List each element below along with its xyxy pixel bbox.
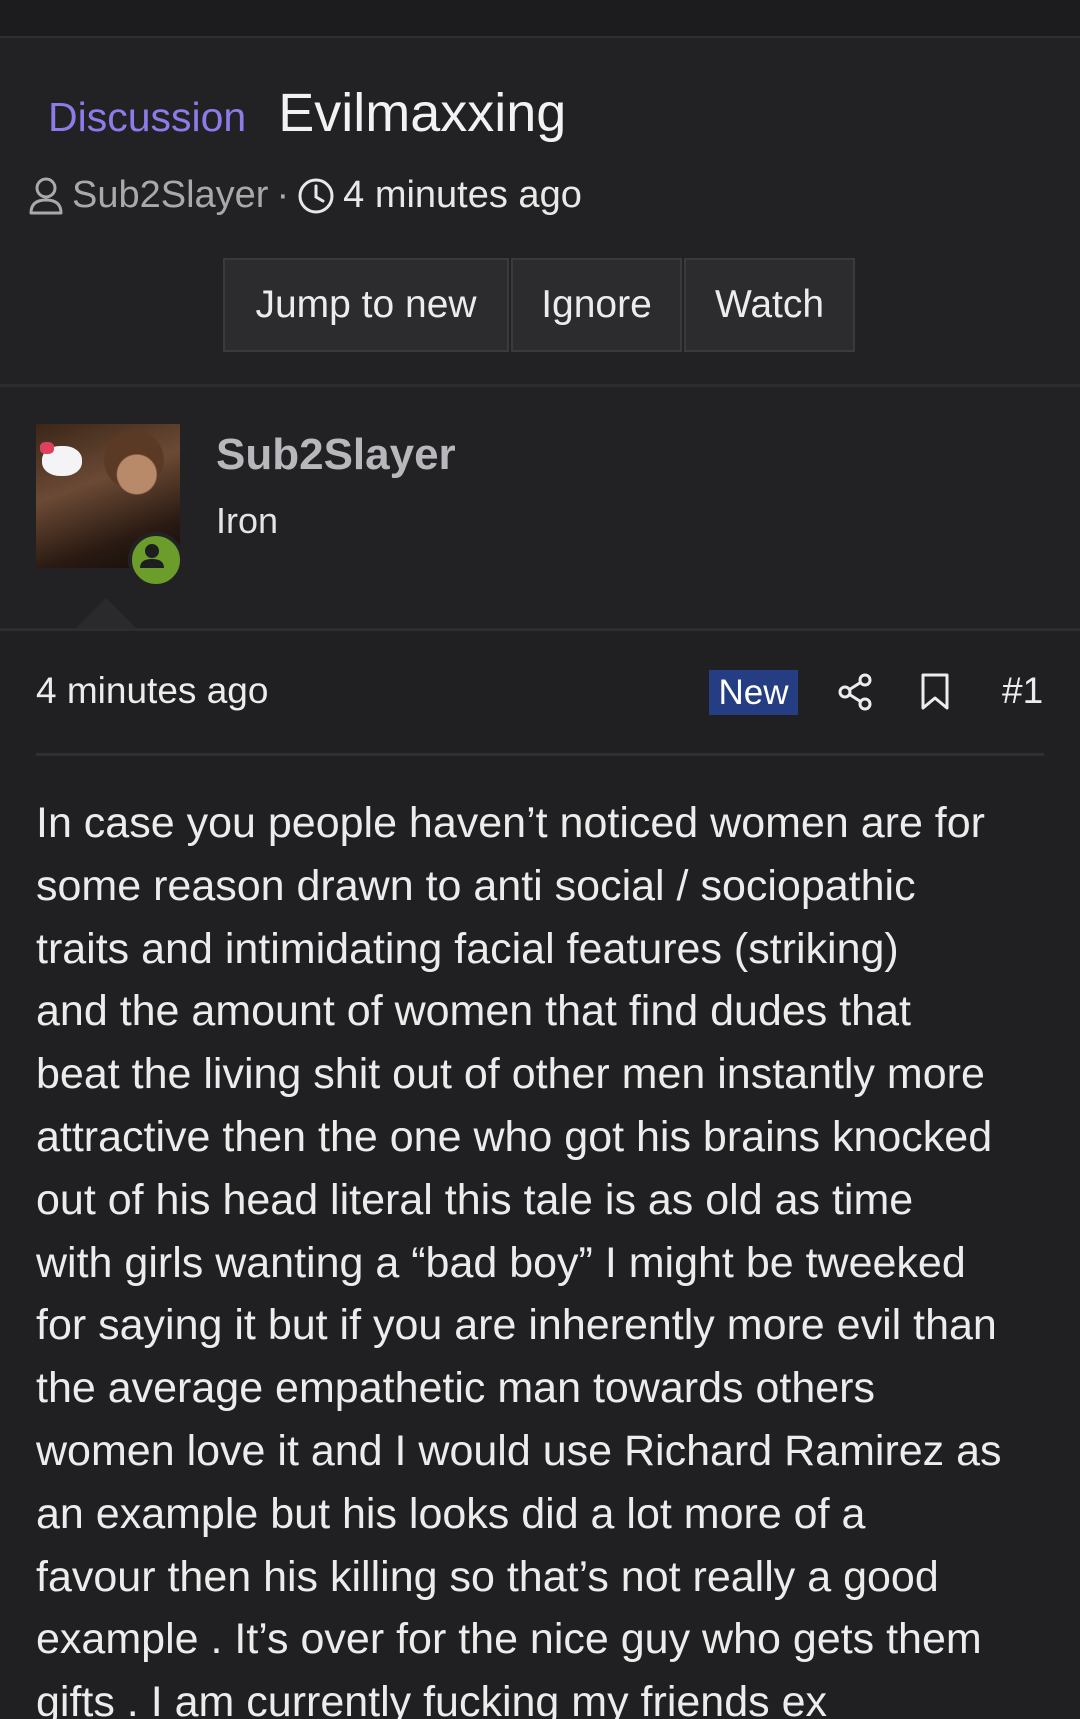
watch-button[interactable]: Watch	[684, 258, 855, 352]
thread-meta: Sub2Slayer · 4 minutes ago	[28, 174, 582, 217]
thread-title: Evilmaxxing	[278, 83, 567, 143]
bookmark-icon[interactable]	[920, 672, 950, 717]
thread-actions: Jump to new Ignore Watch	[223, 258, 855, 352]
thread-prefix-label[interactable]: Discussion	[48, 94, 246, 141]
post-username-link[interactable]: Sub2Slayer	[216, 430, 456, 480]
post-attribution-bar: 4 minutes ago New #1	[36, 660, 1044, 724]
post-body: In case you people haven’t noticed women…	[36, 799, 1002, 1719]
page: Discussion Evilmaxxing Sub2Slayer · 4 mi…	[0, 0, 1080, 1719]
divider	[36, 753, 1044, 756]
jump-to-new-button[interactable]: Jump to new	[223, 258, 509, 352]
online-status-icon	[128, 532, 184, 588]
post-number-link[interactable]: #1	[1002, 670, 1043, 712]
thread-author-link[interactable]: Sub2Slayer	[72, 174, 268, 217]
message-arrow	[74, 598, 138, 630]
top-bar	[0, 0, 1080, 38]
ignore-button[interactable]: Ignore	[511, 258, 682, 352]
avatar-detail-bow	[40, 442, 54, 454]
clock-icon	[297, 177, 335, 215]
divider	[0, 628, 1080, 631]
share-icon[interactable]	[837, 672, 873, 717]
post-time-link[interactable]: 4 minutes ago	[36, 670, 268, 712]
thread-title-row: Discussion Evilmaxxing	[48, 82, 566, 144]
meta-separator: ·	[276, 174, 290, 216]
thread-time[interactable]: 4 minutes ago	[343, 174, 582, 217]
user-icon	[28, 176, 64, 216]
user-title: Iron	[216, 500, 279, 541]
new-badge: New	[709, 670, 798, 715]
